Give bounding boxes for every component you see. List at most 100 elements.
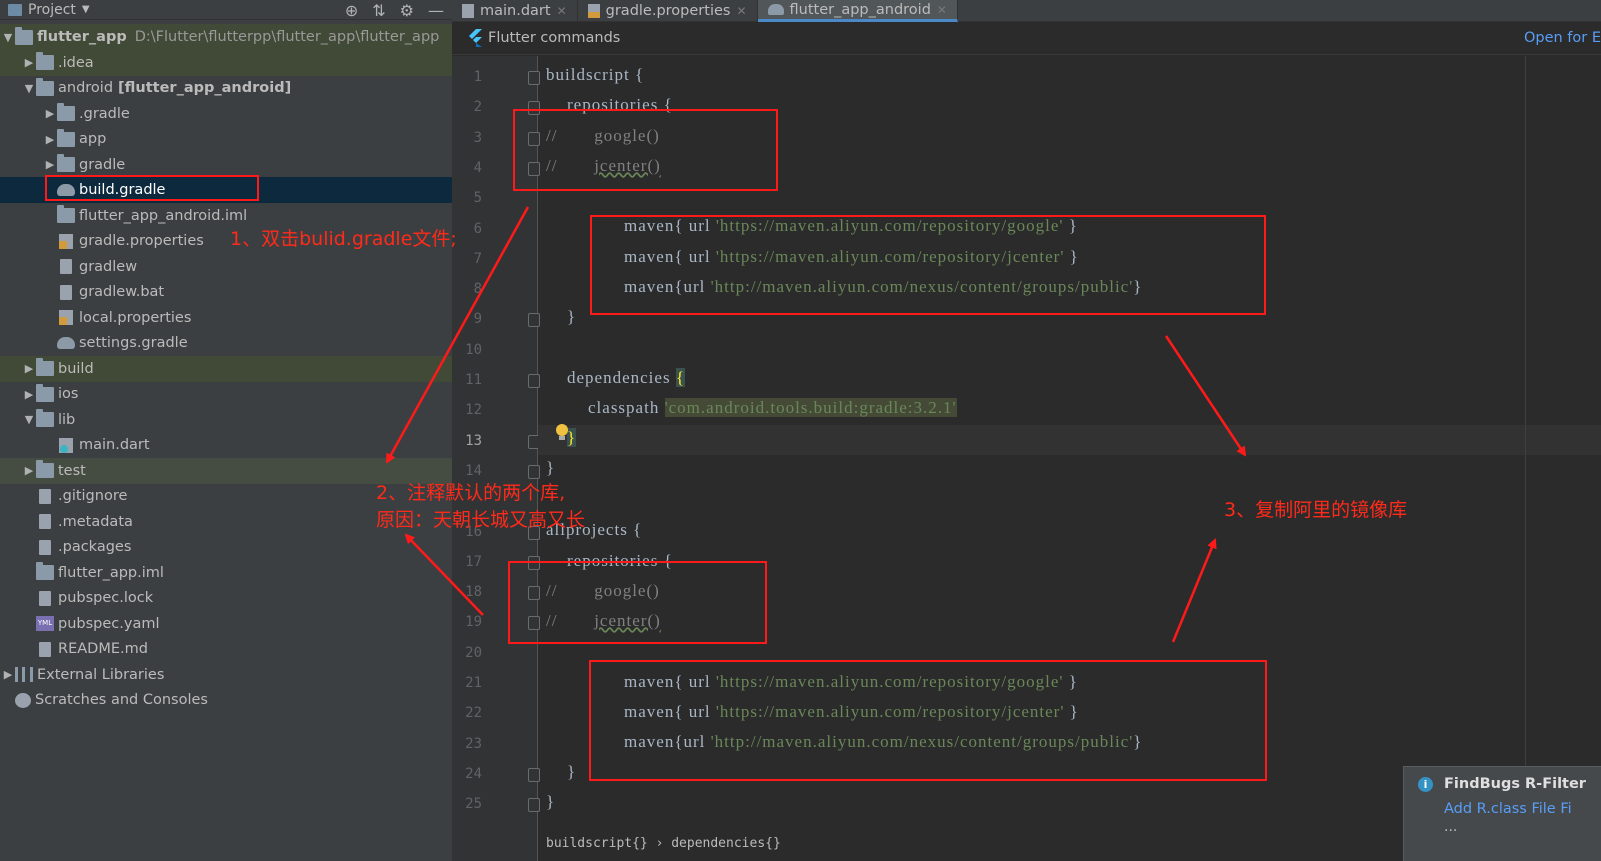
tree-item[interactable]: ▶ .idea xyxy=(0,49,452,76)
fold-marker-icon[interactable] xyxy=(528,71,540,85)
highlight-box-maven-repos-1 xyxy=(590,215,1266,315)
tree-item-label: Scratches and Consoles xyxy=(35,692,208,708)
chevron-down-icon[interactable]: ▼ xyxy=(22,413,36,426)
fold-marker-icon[interactable] xyxy=(528,464,540,479)
tree-item[interactable]: ▶ ios xyxy=(0,381,452,407)
code-line-11[interactable]: dependencies { xyxy=(546,368,685,388)
folder-icon xyxy=(36,358,54,376)
file-icon xyxy=(60,284,72,300)
line-number: 20 xyxy=(465,644,482,661)
code-line-12[interactable]: classpath 'com.android.tools.build:gradl… xyxy=(546,398,957,418)
tab-main-dart[interactable]: main.dart ✕ xyxy=(452,0,578,22)
right-margin-guide xyxy=(1525,56,1526,861)
folder-icon xyxy=(36,77,54,96)
tree-item-label: .metadata xyxy=(58,513,133,530)
tree-item-label: test xyxy=(58,462,86,479)
close-icon[interactable]: ✕ xyxy=(557,4,567,18)
code-line-24[interactable]: } xyxy=(546,762,576,782)
file-icon xyxy=(39,514,51,529)
tree-item[interactable]: ▶ .gradle xyxy=(0,101,452,127)
tree-item[interactable]: YML pubspec.yaml xyxy=(0,611,452,637)
open-for-editing-link[interactable]: Open for E xyxy=(1524,30,1601,46)
fold-marker-icon[interactable] xyxy=(528,767,540,782)
chevron-right-icon[interactable]: ▶ xyxy=(43,107,57,120)
locate-icon[interactable]: ⊕ xyxy=(345,1,358,20)
tree-item[interactable]: pubspec.lock xyxy=(0,585,452,611)
notification-title: FindBugs R-Filter xyxy=(1444,776,1586,792)
line-number: 2 xyxy=(473,99,482,116)
tree-item[interactable]: local.properties xyxy=(0,305,452,331)
chevron-right-icon[interactable]: ▶ xyxy=(22,464,36,477)
tree-item[interactable]: main.dart xyxy=(0,432,452,458)
tree-item[interactable]: ▶ app xyxy=(0,126,452,152)
file-icon xyxy=(39,641,51,657)
chevron-right-icon[interactable]: ▶ xyxy=(1,668,15,681)
file-icon xyxy=(39,539,51,555)
tree-item[interactable]: Scratches and Consoles xyxy=(0,687,452,713)
tree-item[interactable]: .packages xyxy=(0,534,452,560)
project-panel: Project ▼ ⊕ ⇅ ⚙ — ▼ flutter_app D:\Flutter… xyxy=(0,0,452,861)
tab-flutter-app-android[interactable]: flutter_app_android ✕ xyxy=(757,0,958,22)
gradle-icon xyxy=(57,337,75,349)
tree-item[interactable]: ▼ android [flutter_app_android] xyxy=(0,75,452,101)
tab-gradle-properties[interactable]: gradle.properties ✕ xyxy=(578,0,758,22)
fold-marker-icon[interactable] xyxy=(528,313,540,328)
tree-item[interactable]: settings.gradle xyxy=(0,330,452,356)
notification-balloon[interactable]: i FindBugs R-Filter Add R.class File Fi … xyxy=(1403,766,1601,861)
folder-icon xyxy=(36,52,54,70)
notification-more[interactable]: ... xyxy=(1444,819,1457,835)
line-number: 13 xyxy=(465,432,482,449)
scratch-icon xyxy=(15,692,31,708)
info-icon: i xyxy=(1418,777,1433,792)
file-icon xyxy=(39,488,51,504)
chevron-right-icon[interactable]: ▶ xyxy=(43,158,57,171)
line-number: 14 xyxy=(465,462,482,479)
tree-item[interactable]: gradlew.bat xyxy=(0,279,452,305)
fold-marker-icon[interactable] xyxy=(528,374,540,388)
annotation-step-2-line1: 2、注释默认的两个库, xyxy=(376,482,566,504)
line-number: 18 xyxy=(465,584,482,601)
tree-item[interactable]: gradlew xyxy=(0,254,452,280)
project-view-selector[interactable]: Project ▼ xyxy=(0,0,90,20)
tree-item-label: lib xyxy=(58,411,76,428)
chevron-right-icon[interactable]: ▶ xyxy=(22,388,36,401)
chevron-down-icon[interactable]: ▼ xyxy=(1,31,15,44)
tree-item[interactable]: ▼ lib xyxy=(0,407,452,433)
tree-item-label: app xyxy=(79,131,107,147)
tree-item[interactable]: flutter_app.iml xyxy=(0,560,452,586)
line-number: 10 xyxy=(465,341,482,358)
fold-marker-icon[interactable] xyxy=(528,798,540,813)
close-icon[interactable]: ✕ xyxy=(736,4,746,18)
gear-icon[interactable]: ⚙ xyxy=(400,1,414,20)
close-icon[interactable]: ✕ xyxy=(937,3,947,17)
minimize-icon[interactable]: — xyxy=(428,1,444,20)
lightbulb-icon[interactable] xyxy=(556,424,568,440)
project-icon xyxy=(8,3,22,16)
tree-item[interactable]: ▶ External Libraries xyxy=(0,662,452,688)
tree-item-label: flutter_app.iml xyxy=(58,564,164,581)
code-line-25[interactable]: } xyxy=(546,792,555,812)
chevron-down-icon[interactable]: ▼ xyxy=(82,4,90,15)
code-line-1[interactable]: buildscript { xyxy=(546,65,644,85)
folder-icon xyxy=(57,128,75,147)
chevron-right-icon[interactable]: ▶ xyxy=(22,362,36,375)
line-number: 1 xyxy=(473,69,482,85)
folder-icon xyxy=(36,383,54,402)
breadcrumb[interactable]: buildscript{} › dependencies{} xyxy=(546,836,781,851)
notification-link[interactable]: Add R.class File Fi xyxy=(1444,801,1572,817)
chevron-right-icon[interactable]: ▶ xyxy=(43,133,57,146)
collapse-all-icon[interactable]: ⇅ xyxy=(372,1,385,20)
file-icon xyxy=(60,259,72,274)
tree-item[interactable]: ▶ build xyxy=(0,355,452,382)
line-number: 9 xyxy=(473,311,482,328)
line-number: 22 xyxy=(465,705,482,722)
line-number: 17 xyxy=(465,553,482,570)
code-line-9[interactable]: } xyxy=(546,307,576,327)
tree-item[interactable]: ▶ gradle xyxy=(0,152,452,178)
tree-item[interactable]: README.md xyxy=(0,636,452,662)
chevron-right-icon[interactable]: ▶ xyxy=(22,56,36,69)
tree-item[interactable]: ▼ flutter_app D:\Flutter\flutterpp\flutter… xyxy=(0,24,452,50)
code-line-14[interactable]: } xyxy=(546,458,555,478)
chevron-down-icon[interactable]: ▼ xyxy=(22,82,36,95)
current-line-highlight xyxy=(538,425,1601,455)
